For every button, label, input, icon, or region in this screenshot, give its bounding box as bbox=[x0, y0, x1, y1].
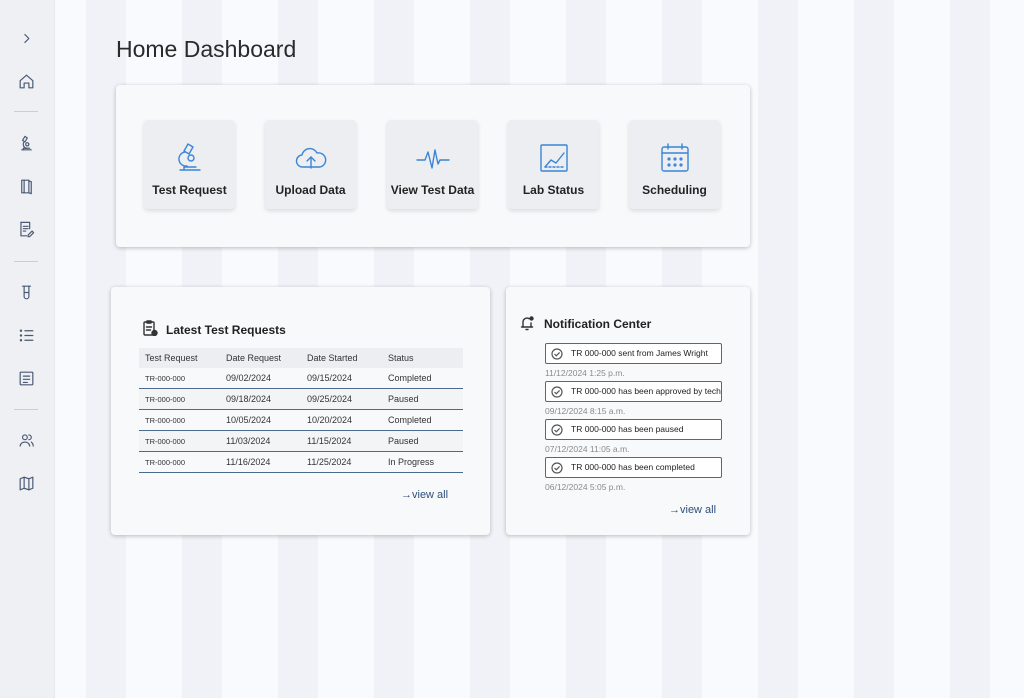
request-id: TR-000-000 bbox=[145, 436, 186, 446]
notifications-view-all-link[interactable]: →view all bbox=[669, 504, 716, 516]
sidebar-divider bbox=[14, 111, 38, 112]
date-started: 09/25/2024 bbox=[307, 394, 353, 404]
date-requested: 11/16/2024 bbox=[226, 457, 271, 467]
column-header: Status bbox=[388, 353, 414, 363]
table-row[interactable]: TR-000-000 11/03/2024 11/15/2024 Paused bbox=[139, 431, 463, 452]
check-circle-icon bbox=[551, 385, 563, 398]
notification-item[interactable]: TR 000-000 has been paused bbox=[545, 419, 722, 440]
users-icon bbox=[19, 433, 34, 447]
request-status: Paused bbox=[388, 394, 419, 404]
table-body: TR-000-000 09/02/2024 09/15/2024 Complet… bbox=[139, 368, 463, 473]
home-icon bbox=[19, 74, 33, 88]
microscope-icon bbox=[178, 143, 201, 171]
waveform-icon bbox=[416, 149, 450, 169]
sidebar-expand-button[interactable] bbox=[11, 23, 41, 53]
notification-item[interactable]: TR 000-000 has been approved by technici… bbox=[545, 381, 722, 402]
table-row[interactable]: TR-000-000 09/18/2024 09/25/2024 Paused bbox=[139, 389, 463, 410]
check-circle-icon bbox=[551, 423, 563, 436]
column-header: Date Started bbox=[307, 353, 358, 363]
column-header: Date Request bbox=[226, 353, 282, 363]
notification-item[interactable]: TR 000-000 has been completed bbox=[545, 457, 722, 478]
notification-item[interactable]: TR 000-000 sent from James Wright bbox=[545, 343, 722, 364]
bell-notification-icon bbox=[519, 315, 535, 336]
date-started: 09/15/2024 bbox=[307, 373, 353, 383]
date-started: 10/20/2024 bbox=[307, 415, 353, 425]
view-test-data-label: View Test Data bbox=[390, 183, 475, 197]
sidebar-item-list[interactable] bbox=[11, 320, 41, 350]
book-icon bbox=[20, 179, 32, 194]
column-header: Test Request bbox=[145, 353, 198, 363]
lab-status-label: Lab Status bbox=[522, 183, 585, 197]
document-icon bbox=[19, 371, 33, 385]
sidebar-item-documents[interactable] bbox=[11, 363, 41, 393]
date-requested: 10/05/2024 bbox=[226, 415, 272, 425]
request-id: TR-000-000 bbox=[145, 394, 186, 404]
map-icon bbox=[19, 476, 33, 490]
notification-date: 11/12/2024 1:25 p.m. bbox=[545, 368, 625, 378]
notification-text: TR 000-000 has been approved by technici… bbox=[571, 386, 721, 396]
date-requested: 09/18/2024 bbox=[226, 394, 272, 404]
notification-date: 09/12/2024 8:15 a.m. bbox=[545, 406, 626, 416]
table-row[interactable]: TR-000-000 10/05/2024 10/20/2024 Complet… bbox=[139, 410, 463, 431]
request-status: Completed bbox=[388, 415, 432, 425]
latest-requests-title: Latest Test Requests bbox=[166, 323, 286, 337]
upload-data-label: Upload Data bbox=[275, 183, 346, 197]
request-status: Paused bbox=[388, 436, 419, 446]
requests-table: Test Request Date Request Date Started S… bbox=[139, 348, 463, 473]
date-requested: 09/02/2024 bbox=[226, 373, 272, 383]
notification-date: 06/12/2024 5:05 p.m. bbox=[545, 482, 626, 492]
sidebar-item-home[interactable] bbox=[11, 66, 41, 96]
list-icon bbox=[19, 329, 33, 341]
request-status: In Progress bbox=[388, 457, 435, 467]
calendar-icon bbox=[661, 143, 689, 172]
scheduling-tile[interactable]: Scheduling bbox=[629, 120, 720, 209]
test-request-label: Test Request bbox=[152, 183, 227, 197]
form-edit-icon bbox=[19, 221, 34, 237]
line-chart-icon bbox=[540, 144, 568, 172]
test-tube-icon bbox=[21, 285, 31, 299]
table-header: Test Request Date Request Date Started S… bbox=[139, 348, 463, 368]
sidebar bbox=[0, 0, 55, 698]
notification-text: TR 000-000 sent from James Wright bbox=[571, 348, 708, 358]
request-id: TR-000-000 bbox=[145, 415, 186, 425]
sidebar-item-users[interactable] bbox=[11, 425, 41, 455]
test-request-tile[interactable]: Test Request bbox=[144, 120, 235, 209]
request-id: TR-000-000 bbox=[145, 373, 186, 383]
clipboard-icon bbox=[142, 320, 158, 341]
view-test-data-tile[interactable]: View Test Data bbox=[387, 120, 478, 209]
scheduling-label: Scheduling bbox=[642, 183, 707, 197]
lab-status-tile[interactable]: Lab Status bbox=[508, 120, 599, 209]
notification-center-card: Notification Center TR 000-000 sent from… bbox=[506, 287, 750, 535]
request-status: Completed bbox=[388, 373, 432, 383]
date-started: 11/25/2024 bbox=[307, 457, 352, 467]
quick-actions-card: Test Request Upload Data View Test Data … bbox=[116, 85, 750, 247]
sidebar-item-samples[interactable] bbox=[11, 277, 41, 307]
sidebar-item-library[interactable] bbox=[11, 171, 41, 201]
date-started: 11/15/2024 bbox=[307, 436, 352, 446]
latest-test-requests-card: Latest Test Requests Test Request Date R… bbox=[111, 287, 490, 535]
table-row[interactable]: TR-000-000 09/02/2024 09/15/2024 Complet… bbox=[139, 368, 463, 389]
sidebar-item-test-request[interactable] bbox=[11, 128, 41, 158]
cloud-upload-icon bbox=[295, 147, 327, 169]
check-circle-icon bbox=[551, 461, 563, 474]
upload-data-tile[interactable]: Upload Data bbox=[265, 120, 356, 209]
sidebar-item-forms[interactable] bbox=[11, 214, 41, 244]
notification-text: TR 000-000 has been paused bbox=[571, 424, 684, 434]
table-row[interactable]: TR-000-000 11/16/2024 11/25/2024 In Prog… bbox=[139, 452, 463, 473]
sidebar-divider bbox=[14, 409, 38, 410]
sidebar-item-map[interactable] bbox=[11, 468, 41, 498]
chevron-right-icon bbox=[23, 33, 29, 43]
request-id: TR-000-000 bbox=[145, 457, 186, 467]
notification-text: TR 000-000 has been completed bbox=[571, 462, 695, 472]
notification-date: 07/12/2024 11:05 a.m. bbox=[545, 444, 630, 454]
page-title: Home Dashboard bbox=[116, 36, 297, 62]
check-circle-icon bbox=[551, 347, 563, 360]
microscope-icon bbox=[20, 135, 32, 150]
notification-center-title: Notification Center bbox=[544, 317, 652, 331]
requests-view-all-link[interactable]: →view all bbox=[401, 489, 448, 501]
date-requested: 11/03/2024 bbox=[226, 436, 271, 446]
sidebar-divider bbox=[14, 261, 38, 262]
